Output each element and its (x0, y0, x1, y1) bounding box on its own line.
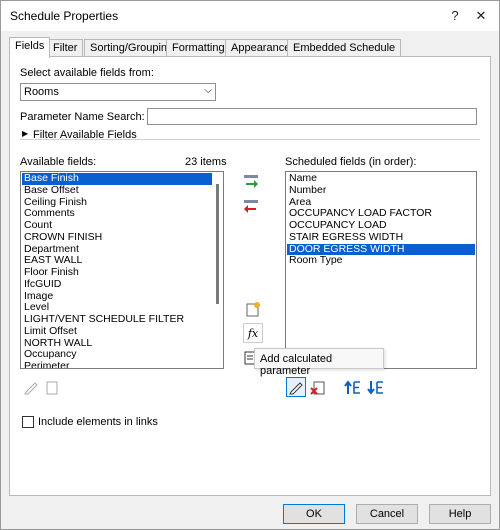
scheduled-fields-list[interactable]: Name Number Area OCCUPANCY LOAD FACTOR OCCUP… (285, 171, 477, 369)
help-icon[interactable]: ? (445, 6, 465, 26)
list-item[interactable]: Floor Finish (22, 266, 212, 279)
divider (20, 139, 480, 140)
remove-field-icon[interactable] (241, 196, 261, 216)
tab-formatting[interactable]: Formatting (166, 39, 231, 57)
close-icon[interactable]: ✕ (471, 6, 491, 26)
title-bar: Schedule Properties ? ✕ (1, 1, 499, 31)
tooltip: Add calculated parameter (254, 348, 384, 377)
cancel-button[interactable]: Cancel (356, 504, 418, 524)
list-item[interactable]: Room Type (287, 254, 475, 267)
calculated-parameter-icon[interactable]: fx (243, 323, 263, 343)
list-item[interactable]: LIGHT/VENT SCHEDULE FILTER (22, 313, 212, 326)
new-parameter-icon[interactable] (243, 299, 263, 319)
delete-field-icon[interactable] (308, 377, 328, 397)
available-fields-label: Available fields: (20, 156, 97, 168)
tab-appearance[interactable]: Appearance (225, 39, 297, 57)
schedule-properties-dialog: Schedule Properties ? ✕ Fields Filter So… (0, 0, 500, 530)
include-links-label: Include elements in links (38, 416, 158, 428)
move-up-icon[interactable] (343, 377, 363, 397)
include-links-checkbox[interactable] (22, 416, 34, 428)
window-title: Schedule Properties (10, 9, 119, 23)
tab-sorting-grouping[interactable]: Sorting/Grouping (84, 39, 180, 57)
expand-arrow-icon[interactable]: ▶ (22, 129, 28, 138)
list-item[interactable]: Number (287, 184, 475, 197)
chevron-down-icon: ⌵ (204, 85, 212, 96)
list-item[interactable]: Base Offset (22, 184, 212, 197)
delete-parameter-icon[interactable] (42, 377, 62, 397)
param-search-label: Parameter Name Search: (20, 111, 145, 123)
list-item[interactable]: CROWN FINISH (22, 231, 212, 244)
fields-source-value: Rooms (24, 86, 59, 98)
tab-fields[interactable]: Fields (9, 37, 51, 58)
select-fields-label: Select available fields from: (20, 67, 154, 79)
list-item[interactable]: Base Finish (22, 172, 212, 185)
scrollbar[interactable] (212, 172, 223, 368)
list-item[interactable]: STAIR EGRESS WIDTH (287, 231, 475, 244)
scheduled-fields-label: Scheduled fields (in order): (285, 156, 417, 168)
list-item[interactable]: Name (287, 172, 475, 185)
help-button[interactable]: Help (429, 504, 491, 524)
edit-field-icon[interactable] (286, 377, 306, 397)
edit-parameter-icon[interactable] (21, 377, 41, 397)
add-field-icon[interactable] (241, 171, 261, 191)
list-item[interactable]: Image (22, 290, 212, 303)
tab-embedded-schedule[interactable]: Embedded Schedule (287, 39, 402, 57)
tab-filter[interactable]: Filter (47, 39, 84, 57)
ok-button[interactable]: OK (283, 504, 345, 524)
list-item[interactable]: Perimeter (22, 360, 212, 368)
list-item[interactable]: Count (22, 219, 212, 232)
fields-source-dropdown[interactable]: Rooms ⌵ (20, 83, 216, 101)
list-item[interactable]: IfcGUID (22, 278, 212, 291)
list-item[interactable]: OCCUPANCY LOAD (287, 219, 475, 232)
available-count: 23 items (185, 156, 227, 168)
move-down-icon[interactable] (366, 377, 386, 397)
scrollbar-thumb[interactable] (216, 184, 219, 304)
param-search-input[interactable] (147, 108, 477, 125)
available-fields-list[interactable]: Base Finish Base Offset Ceiling Finish Comm… (20, 171, 224, 369)
list-item[interactable]: Limit Offset (22, 325, 212, 338)
